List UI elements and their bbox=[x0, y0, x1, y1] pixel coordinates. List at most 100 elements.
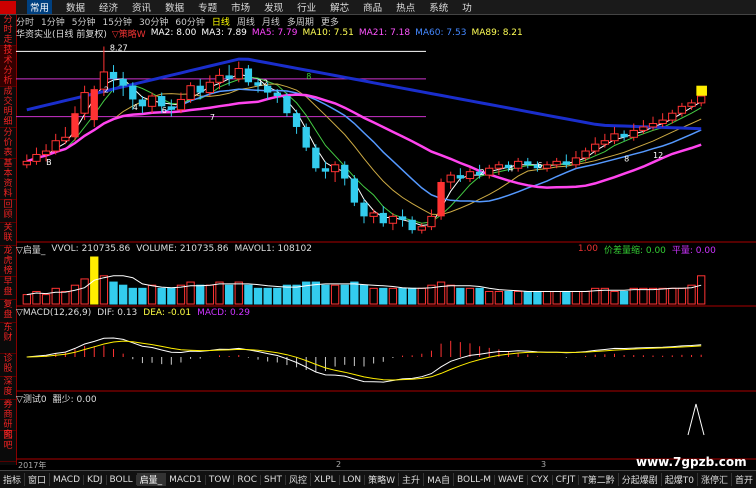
left-tab-13[interactable]: 券商研究 bbox=[0, 400, 16, 440]
volume-bar-26[interactable] bbox=[273, 287, 282, 305]
bottom-tab-9[interactable]: SHT bbox=[261, 474, 286, 485]
volume-bar-20[interactable] bbox=[215, 281, 224, 305]
candle-21[interactable] bbox=[225, 65, 233, 86]
volume-bar-63[interactable] bbox=[629, 287, 638, 305]
volume-bar-57[interactable] bbox=[571, 290, 581, 305]
menu-item-2[interactable]: 经济 bbox=[99, 0, 118, 14]
menu-item-6[interactable]: 市场 bbox=[231, 0, 250, 14]
volume-bar-48[interactable] bbox=[485, 290, 494, 305]
bottom-tab-19[interactable]: CFJT bbox=[553, 474, 580, 485]
volume-bar-58[interactable] bbox=[581, 290, 590, 305]
candle-13[interactable] bbox=[147, 92, 157, 114]
volume-bar-68[interactable] bbox=[677, 287, 687, 305]
volume-bar-24[interactable] bbox=[253, 287, 263, 305]
period-9[interactable]: 多周期 bbox=[287, 15, 314, 28]
volume-bar-64[interactable] bbox=[639, 287, 648, 305]
volume-bar-25[interactable] bbox=[263, 287, 272, 305]
menu-item-13[interactable]: 功 bbox=[462, 0, 472, 14]
volume-bar-0[interactable] bbox=[22, 294, 31, 305]
candle-23[interactable] bbox=[244, 65, 253, 86]
volume-bar-4[interactable] bbox=[61, 290, 70, 305]
bottom-tab-6[interactable]: MACD1 bbox=[166, 474, 206, 485]
volume-bar-44[interactable] bbox=[446, 284, 455, 305]
candle-33[interactable] bbox=[341, 161, 349, 186]
candle-4[interactable] bbox=[61, 126, 70, 145]
left-tab-6[interactable]: 关联 bbox=[0, 223, 16, 246]
volume-bar-8[interactable] bbox=[99, 275, 109, 305]
bottom-tab-12[interactable]: LON bbox=[340, 474, 366, 485]
volume-bar-27[interactable] bbox=[282, 284, 292, 305]
candle-5[interactable] bbox=[71, 106, 79, 141]
left-tab-10[interactable]: 东财 bbox=[0, 323, 16, 354]
candle-46[interactable] bbox=[465, 168, 475, 182]
bottom-tab-23[interactable]: 涨停汇 bbox=[698, 473, 733, 486]
volume-bar-19[interactable] bbox=[205, 284, 215, 305]
left-tab-9[interactable]: 复盘 bbox=[0, 300, 16, 323]
candle-16[interactable] bbox=[176, 92, 186, 114]
volume-bar-5[interactable] bbox=[70, 284, 80, 305]
bottom-tab-2[interactable]: MACD bbox=[50, 474, 85, 485]
bottom-tab-16[interactable]: BOLL-M bbox=[454, 474, 495, 485]
bottom-tab-0[interactable]: 指标 bbox=[0, 473, 26, 486]
menu-item-4[interactable]: 数据 bbox=[165, 0, 184, 14]
candle-40[interactable] bbox=[408, 216, 416, 234]
left-tab-3[interactable]: 分价表 bbox=[0, 128, 16, 159]
bottom-tab-14[interactable]: 主升 bbox=[399, 473, 425, 486]
candle-43[interactable] bbox=[437, 178, 445, 220]
menu-item-8[interactable]: 行业 bbox=[297, 0, 316, 14]
candle-1[interactable] bbox=[32, 147, 41, 165]
menu-item-0[interactable]: 常用 bbox=[27, 0, 53, 14]
volume-bar-35[interactable] bbox=[359, 284, 369, 305]
volume-bar-50[interactable] bbox=[504, 290, 513, 305]
period-6[interactable]: 日线 bbox=[212, 15, 230, 28]
menu-item-10[interactable]: 商品 bbox=[363, 0, 382, 14]
bottom-tab-20[interactable]: T第二黔 bbox=[579, 473, 619, 486]
volume-bar-37[interactable] bbox=[379, 287, 388, 305]
left-tab-5[interactable]: 回顾 bbox=[0, 200, 16, 223]
volume-bar-45[interactable] bbox=[456, 287, 465, 305]
test-title[interactable]: ▽测试0 bbox=[16, 392, 47, 405]
candle-39[interactable] bbox=[398, 209, 407, 227]
bottom-tab-18[interactable]: CYX bbox=[528, 474, 553, 485]
left-tab-0[interactable]: 分时走势 bbox=[0, 15, 16, 55]
candle-32[interactable] bbox=[330, 161, 340, 182]
strategy-indicator[interactable]: ▽策略W bbox=[112, 27, 146, 40]
menu-item-1[interactable]: 数据 bbox=[66, 0, 85, 14]
candle-45[interactable] bbox=[456, 168, 464, 182]
period-8[interactable]: 月线 bbox=[262, 15, 280, 28]
volume-bar-41[interactable] bbox=[417, 287, 426, 305]
volume-bar-22[interactable] bbox=[234, 281, 243, 305]
volume-bar-55[interactable] bbox=[552, 290, 561, 305]
bottom-tab-1[interactable]: 窗口 bbox=[25, 473, 51, 486]
left-tab-2[interactable]: 成交明细 bbox=[0, 87, 16, 128]
volume-bar-32[interactable] bbox=[330, 284, 340, 305]
volume-bar-43[interactable] bbox=[436, 281, 446, 305]
volume-bar-6[interactable] bbox=[80, 278, 89, 305]
left-tab-1[interactable]: 技术分析 bbox=[0, 46, 16, 87]
bottom-tab-21[interactable]: 分起爆剧 bbox=[619, 473, 662, 486]
menu-item-11[interactable]: 热点 bbox=[396, 0, 415, 14]
candle-34[interactable] bbox=[350, 175, 359, 207]
bottom-tab-11[interactable]: XLPL bbox=[311, 474, 340, 485]
left-tab-12[interactable]: 深度 bbox=[0, 377, 16, 400]
candle-30[interactable] bbox=[312, 144, 320, 172]
volume-bar-12[interactable] bbox=[138, 287, 147, 305]
candle-52[interactable] bbox=[524, 157, 532, 169]
left-tab-14[interactable]: 图吧 bbox=[0, 431, 16, 462]
candle-7[interactable] bbox=[90, 85, 98, 127]
volume-bar-10[interactable] bbox=[118, 284, 128, 305]
bottom-tab-3[interactable]: KDJ bbox=[84, 474, 107, 485]
left-tab-4[interactable]: 基本资料 bbox=[0, 159, 16, 200]
left-tab-8[interactable]: 早盘 bbox=[0, 277, 16, 300]
volume-bar-67[interactable] bbox=[668, 287, 677, 305]
volume-bar-66[interactable] bbox=[658, 287, 667, 305]
candle-49[interactable] bbox=[494, 161, 504, 176]
candle-28[interactable] bbox=[292, 109, 301, 134]
period-5[interactable]: 60分钟 bbox=[175, 15, 204, 28]
volume-bar-3[interactable] bbox=[51, 287, 60, 305]
macd-title[interactable]: ▽MACD(12,26,9) bbox=[16, 308, 91, 318]
volume-bar-53[interactable] bbox=[533, 290, 542, 305]
volume-bar-16[interactable] bbox=[176, 284, 186, 305]
candle-51[interactable] bbox=[513, 157, 523, 172]
volume-bar-46[interactable] bbox=[465, 287, 475, 305]
